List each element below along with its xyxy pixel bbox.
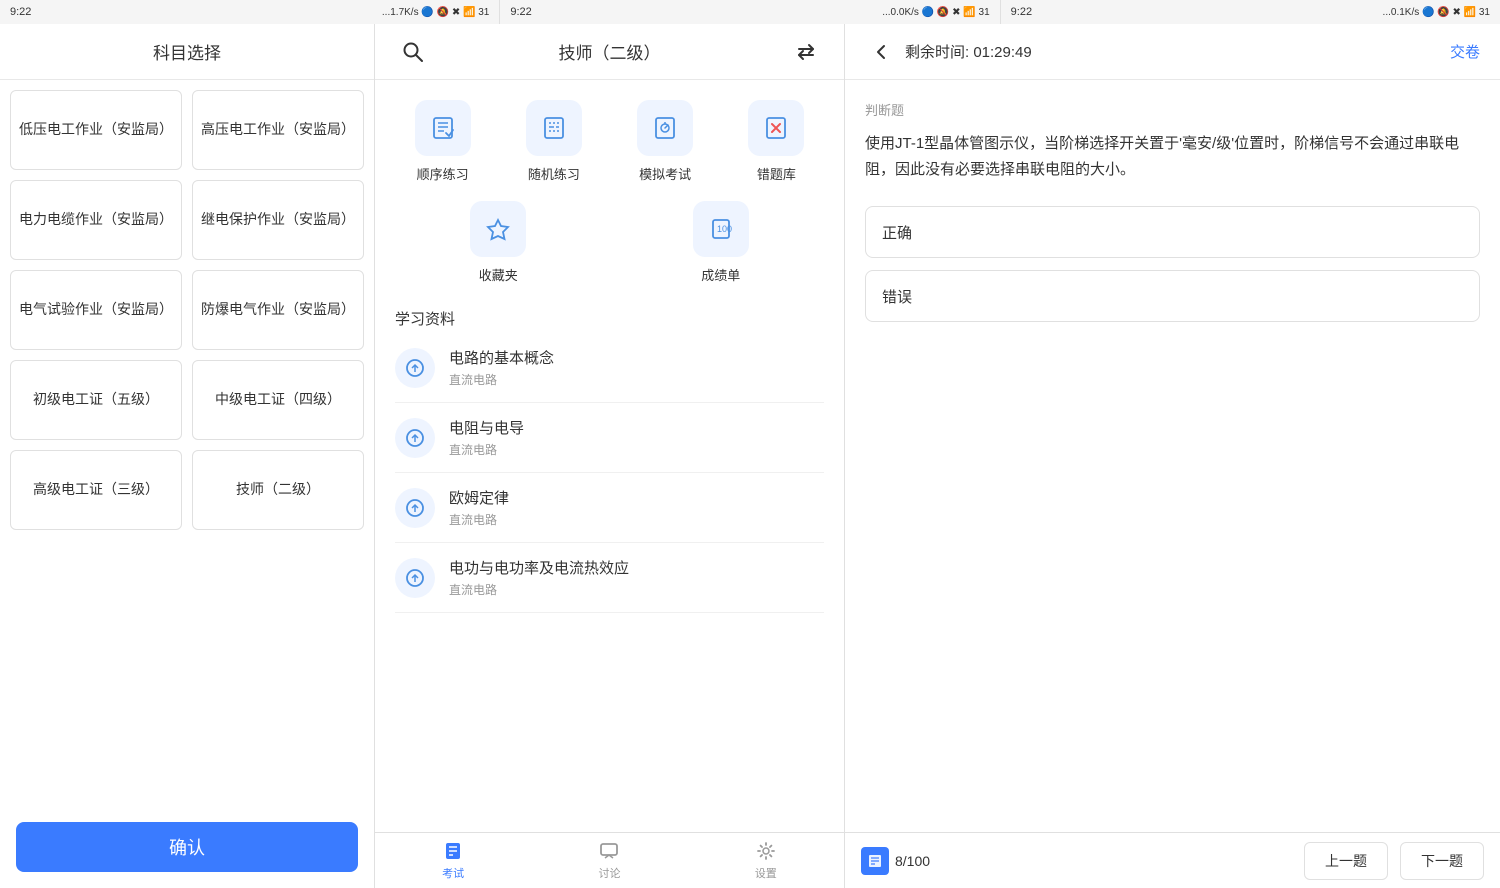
status-bars: 9:22 ...1.7K/s 🔵 🔕 ✖ 📶 31 9:22 ...0.0K/s… (0, 0, 1500, 24)
prev-button[interactable]: 上一题 (1304, 842, 1388, 880)
subject-header: 科目选择 (0, 24, 374, 80)
study-name-0: 电路的基本概念 (449, 347, 554, 368)
question-header-left: 剩余时间: 01:29:49 (865, 36, 1032, 68)
study-item-2[interactable]: 欧姆定律 直流电路 (395, 473, 824, 543)
subject-item-1[interactable]: 高压电工作业（安监局） (192, 90, 364, 170)
practice-title: 技师（二级） (559, 39, 661, 64)
bottom-nav: 考试 讨论 设置 (375, 832, 844, 888)
errors-icon-box (748, 100, 804, 156)
random-label: 随机练习 (528, 164, 580, 183)
confirm-button[interactable]: 确认 (16, 822, 358, 872)
study-icon-2 (395, 488, 435, 528)
subject-item-0[interactable]: 低压电工作业（安监局） (10, 90, 182, 170)
panel-practice: 技师（二级） (375, 24, 845, 888)
mock-icon-box (637, 100, 693, 156)
sequential-label: 顺序练习 (417, 164, 469, 183)
time-3: 9:22 (1011, 6, 1032, 18)
sequential-icon-box (415, 100, 471, 156)
study-icon-0 (395, 348, 435, 388)
practice-header: 技师（二级） (375, 24, 844, 80)
card-icon (861, 847, 889, 875)
study-name-2: 欧姆定律 (449, 487, 509, 508)
score-label: 成绩单 (701, 265, 740, 284)
practice-item-sequential[interactable]: 顺序练习 (395, 100, 490, 183)
study-name-1: 电阻与电导 (449, 417, 524, 438)
nav-settings[interactable]: 设置 (688, 833, 844, 888)
question-type: 判断题 (865, 100, 1480, 119)
transfer-button[interactable] (788, 34, 824, 70)
section-title: 学习资料 (375, 300, 844, 333)
subject-title: 科目选择 (153, 39, 221, 64)
study-text-1: 电阻与电导 直流电路 (449, 417, 524, 458)
practice-item-mock[interactable]: 模拟考试 (618, 100, 713, 183)
time-remaining: 剩余时间: 01:29:49 (905, 41, 1032, 62)
panel-subject: 科目选择 低压电工作业（安监局） 高压电工作业（安监局） 电力电缆作业（安监局）… (0, 24, 375, 888)
mock-label: 模拟考试 (639, 164, 691, 183)
score-icon-box: 100 (693, 201, 749, 257)
confirm-btn-area: 确认 (0, 806, 374, 888)
info-2: ...0.0K/s 🔵 🔕 ✖ 📶 31 (882, 7, 989, 18)
subject-item-8[interactable]: 高级电工证（三级） (10, 450, 182, 530)
subject-grid: 低压电工作业（安监局） 高压电工作业（安监局） 电力电缆作业（安监局） 继电保护… (0, 80, 374, 806)
practice-grid2: 收藏夹 100 成绩单 (375, 201, 844, 300)
random-icon-box (526, 100, 582, 156)
subject-item-9[interactable]: 技师（二级） (192, 450, 364, 530)
panel-question: 剩余时间: 01:29:49 交卷 判断题 使用JT-1型晶体管图示仪，当阶梯选… (845, 24, 1500, 888)
practice-item-errors[interactable]: 错题库 (729, 100, 824, 183)
study-sub-0: 直流电路 (449, 371, 554, 388)
nav-discuss[interactable]: 讨论 (531, 833, 687, 888)
study-item-1[interactable]: 电阻与电导 直流电路 (395, 403, 824, 473)
question-body: 判断题 使用JT-1型晶体管图示仪，当阶梯选择开关置于'毫安/级'位置时，阶梯信… (845, 80, 1500, 832)
answer-option-1[interactable]: 错误 (865, 270, 1480, 322)
progress-text: 8/100 (895, 853, 930, 869)
card-indicator[interactable]: 8/100 (861, 847, 1292, 875)
nav-discuss-label: 讨论 (598, 865, 620, 881)
subject-item-4[interactable]: 电气试验作业（安监局） (10, 270, 182, 350)
info-3: ...0.1K/s 🔵 🔕 ✖ 📶 31 (1383, 7, 1490, 18)
study-icon-3 (395, 558, 435, 598)
study-name-3: 电功与电功率及电流热效应 (449, 557, 629, 578)
practice-grid: 顺序练习 随机练习 (375, 80, 844, 193)
next-button[interactable]: 下一题 (1400, 842, 1484, 880)
time-1: 9:22 (10, 6, 31, 18)
main-content: 科目选择 低压电工作业（安监局） 高压电工作业（安监局） 电力电缆作业（安监局）… (0, 24, 1500, 888)
submit-button[interactable]: 交卷 (1450, 41, 1480, 62)
subject-item-3[interactable]: 继电保护作业（安监局） (192, 180, 364, 260)
info-1: ...1.7K/s 🔵 🔕 ✖ 📶 31 (382, 7, 489, 18)
study-icon-1 (395, 418, 435, 458)
study-sub-2: 直流电路 (449, 511, 509, 528)
question-footer: 8/100 上一题 下一题 (845, 832, 1500, 888)
answer-option-0[interactable]: 正确 (865, 206, 1480, 258)
practice-item-score[interactable]: 100 成绩单 (618, 201, 825, 284)
nav-exam-label: 考试 (442, 865, 464, 881)
status-bar-2: 9:22 ...0.0K/s 🔵 🔕 ✖ 📶 31 (500, 0, 1000, 24)
question-header: 剩余时间: 01:29:49 交卷 (845, 24, 1500, 80)
question-text: 使用JT-1型晶体管图示仪，当阶梯选择开关置于'毫安/级'位置时，阶梯信号不会通… (865, 131, 1480, 182)
study-item-3[interactable]: 电功与电功率及电流热效应 直流电路 (395, 543, 824, 613)
status-bar-3: 9:22 ...0.1K/s 🔵 🔕 ✖ 📶 31 (1001, 0, 1500, 24)
study-sub-3: 直流电路 (449, 581, 629, 598)
study-text-0: 电路的基本概念 直流电路 (449, 347, 554, 388)
search-button[interactable] (395, 34, 431, 70)
study-text-3: 电功与电功率及电流热效应 直流电路 (449, 557, 629, 598)
nav-exam[interactable]: 考试 (375, 833, 531, 888)
practice-item-random[interactable]: 随机练习 (506, 100, 601, 183)
subject-item-6[interactable]: 初级电工证（五级） (10, 360, 182, 440)
study-item-0[interactable]: 电路的基本概念 直流电路 (395, 333, 824, 403)
study-sub-1: 直流电路 (449, 441, 524, 458)
subject-item-7[interactable]: 中级电工证（四级） (192, 360, 364, 440)
svg-text:100: 100 (717, 224, 732, 234)
errors-label: 错题库 (757, 164, 796, 183)
status-bar-1: 9:22 ...1.7K/s 🔵 🔕 ✖ 📶 31 (0, 0, 500, 24)
favorites-icon-box (470, 201, 526, 257)
study-text-2: 欧姆定律 直流电路 (449, 487, 509, 528)
favorites-label: 收藏夹 (479, 265, 518, 284)
nav-settings-label: 设置 (755, 865, 777, 881)
subject-item-5[interactable]: 防爆电气作业（安监局） (192, 270, 364, 350)
subject-item-2[interactable]: 电力电缆作业（安监局） (10, 180, 182, 260)
back-button[interactable] (865, 36, 897, 68)
time-2: 9:22 (510, 6, 531, 18)
practice-item-favorites[interactable]: 收藏夹 (395, 201, 602, 284)
study-list: 电路的基本概念 直流电路 电阻与电导 直流电路 (375, 333, 844, 832)
